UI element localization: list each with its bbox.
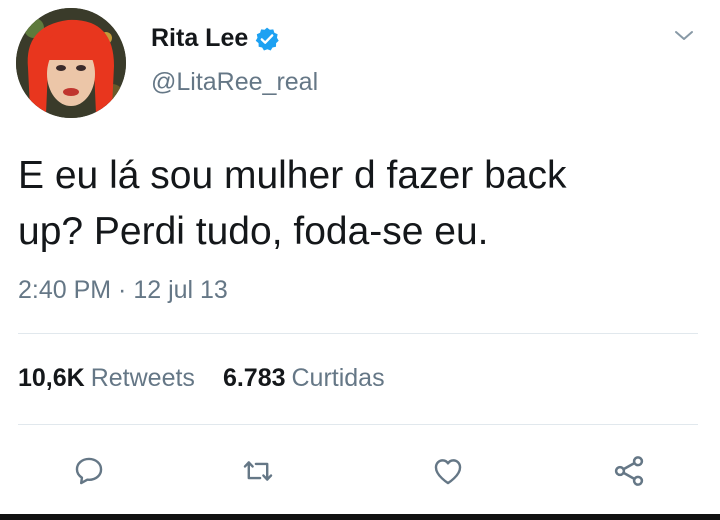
retweets-count[interactable]: 10,6K [18,364,85,393]
heart-icon [434,459,462,485]
tweet-actions [0,446,720,496]
retweet-icon [243,461,273,481]
share-button[interactable] [604,446,654,496]
display-name[interactable]: Rita Lee [151,24,280,53]
tweet-stats: 10,6K Retweets 6.783 Curtidas [18,364,413,393]
retweet-button[interactable] [233,446,283,496]
likes-label[interactable]: Curtidas [292,364,385,393]
tweet-text: E eu lá sou mulher d fazer back up? Perd… [18,154,567,253]
reply-icon [75,457,103,485]
user-handle[interactable]: @LitaRee_real [151,68,318,97]
display-name-text[interactable]: Rita Lee [151,24,248,53]
chevron-down-icon[interactable] [672,26,696,46]
bottom-border [0,514,720,520]
verified-badge-icon [254,26,280,52]
divider [18,333,698,334]
like-button[interactable] [423,446,473,496]
divider [18,424,698,425]
retweets-label[interactable]: Retweets [91,364,195,393]
avatar[interactable] [16,8,126,118]
likes-count[interactable]: 6.783 [223,364,286,393]
reply-button[interactable] [64,446,114,496]
share-icon [614,456,644,486]
tweet-card: Rita Lee @LitaRee_real E eu lá sou mulhe… [0,0,720,520]
tweet-timestamp[interactable]: 2:40 PM · 12 jul 13 [18,276,228,305]
